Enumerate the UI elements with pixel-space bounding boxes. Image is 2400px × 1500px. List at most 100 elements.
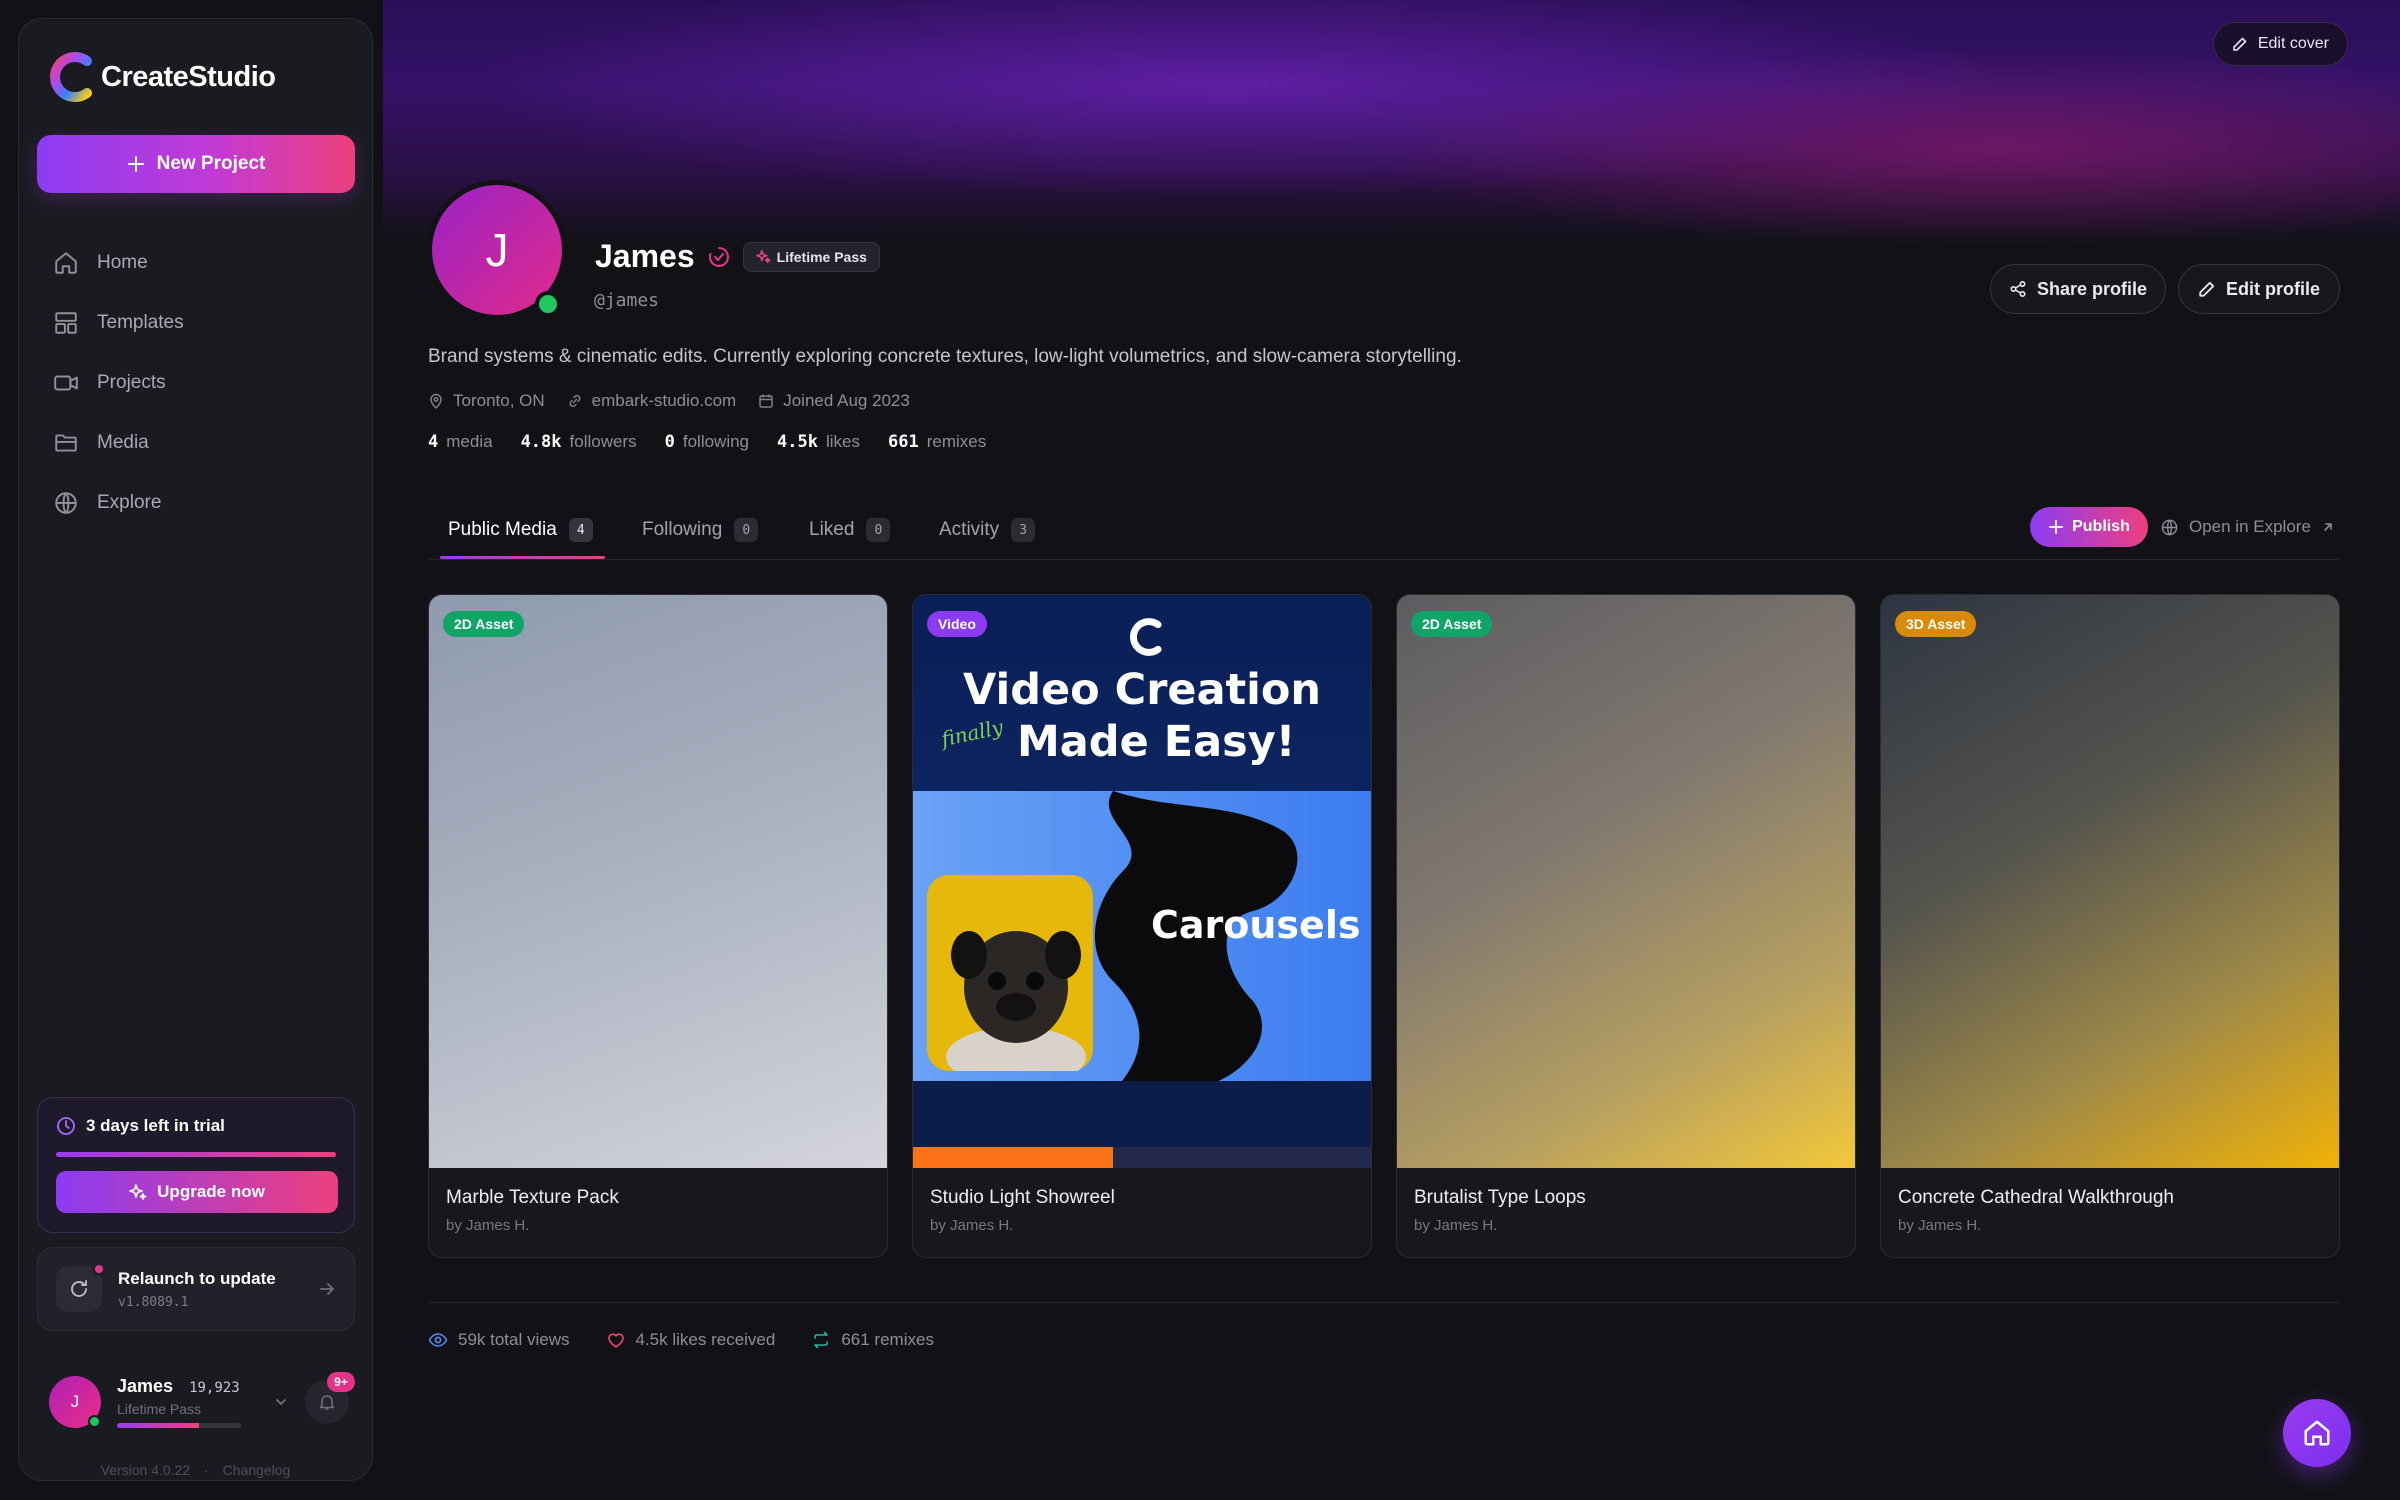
- globe-icon: [2161, 519, 2178, 535]
- profile-online-indicator: [535, 291, 561, 317]
- profile-name: James: [595, 238, 695, 274]
- tab-label: Following: [642, 519, 723, 540]
- link-icon: [569, 394, 581, 408]
- lifetime-pass-label: Lifetime Pass: [776, 248, 867, 265]
- home-fab-button[interactable]: [2283, 1399, 2351, 1467]
- user-level-bar: [117, 1423, 241, 1428]
- tab-public-media[interactable]: Public Media 4: [448, 500, 593, 560]
- avatar-initial: J: [70, 1392, 80, 1411]
- publish-label: Publish: [2072, 518, 2130, 535]
- website-text: embark-studio.com: [591, 391, 737, 410]
- publish-button[interactable]: Publish: [2030, 507, 2148, 547]
- location: Toronto, ON: [428, 391, 545, 411]
- media-card[interactable]: 2D Asset Marble Texture Pack by James H.: [428, 594, 888, 1258]
- tab-liked[interactable]: Liked 0: [809, 500, 891, 560]
- open-in-explore-label: Open in Explore: [2189, 517, 2311, 536]
- changelog-link[interactable]: Changelog: [223, 1462, 291, 1478]
- active-tab-indicator: [440, 556, 605, 559]
- joined-text: Joined Aug 2023: [783, 391, 910, 410]
- home-icon: [55, 252, 77, 274]
- total-views: 59k total views: [428, 1330, 570, 1350]
- media-type-badge: Video: [927, 611, 987, 637]
- plus-icon: [127, 156, 144, 172]
- media-card[interactable]: Video Creation Made Easy! finally Carous…: [912, 594, 1372, 1258]
- media-title: Marble Texture Pack: [446, 1187, 619, 1208]
- sidebar-item-media[interactable]: Media: [37, 413, 355, 473]
- media-thumbnail: [1397, 595, 1855, 1168]
- arrow-right-icon: [320, 1283, 335, 1295]
- sidebar-item-explore[interactable]: Explore: [37, 473, 355, 533]
- notifications-button[interactable]: 9+: [305, 1372, 355, 1424]
- share-profile-button[interactable]: Share profile: [1990, 264, 2166, 314]
- tab-count: 4: [568, 518, 593, 542]
- trial-card: 3 days left in trial Upgrade now: [37, 1097, 355, 1233]
- clock-icon: [57, 1117, 75, 1135]
- pencil-icon: [2199, 281, 2215, 297]
- stat-label: remixes: [926, 432, 987, 451]
- stat-likes[interactable]: 4.5k likes: [777, 432, 860, 452]
- tab-following[interactable]: Following 0: [642, 500, 759, 560]
- calendar-icon: [759, 394, 773, 408]
- total-likes-text: 4.5k likes received: [635, 1330, 776, 1349]
- version-footer: Version 4.0.22 · Changelog: [19, 1462, 372, 1478]
- sidebar-item-projects[interactable]: Projects: [37, 353, 355, 413]
- sidebar-item-templates[interactable]: Templates: [37, 293, 355, 353]
- media-type-badge: 2D Asset: [443, 611, 525, 637]
- relaunch-title: Relaunch to update: [118, 1268, 276, 1288]
- upgrade-label: Upgrade now: [157, 1182, 265, 1201]
- plus-icon: [2048, 519, 2064, 535]
- media-type-badge: 3D Asset: [1895, 611, 1977, 637]
- stat-value: 4.8k: [520, 432, 562, 452]
- relaunch-card[interactable]: Relaunch to update v1.8089.1: [37, 1247, 355, 1331]
- thumb-heading-1: Video Creation: [962, 665, 1322, 715]
- tab-count: 0: [866, 518, 891, 542]
- profile-name-row: James Lifetime Pass: [595, 238, 880, 275]
- heart-icon: [607, 1333, 624, 1348]
- tab-label: Public Media: [448, 519, 557, 540]
- tab-count: 3: [1011, 518, 1036, 542]
- tab-count: 0: [734, 518, 759, 542]
- media-title: Concrete Cathedral Walkthrough: [1898, 1187, 2174, 1208]
- profile-handle: @james: [594, 290, 660, 311]
- repeat-icon: [814, 1331, 829, 1349]
- tab-label: Activity: [939, 519, 1000, 540]
- templates-icon: [55, 312, 77, 334]
- pug-image: [946, 931, 1086, 1071]
- website[interactable]: embark-studio.com: [567, 391, 737, 411]
- stat-following[interactable]: 0 following: [665, 432, 749, 452]
- user-level-fill: [117, 1423, 199, 1428]
- edit-profile-button[interactable]: Edit profile: [2178, 264, 2340, 314]
- new-project-button[interactable]: New Project: [37, 135, 355, 193]
- chevron-down-icon[interactable]: [273, 1394, 289, 1410]
- profile-meta: Toronto, ON embark-studio.com Joined Aug…: [428, 391, 910, 411]
- home-icon: [2304, 1420, 2330, 1446]
- total-likes: 4.5k likes received: [606, 1330, 776, 1350]
- media-card[interactable]: 2D Asset Brutalist Type Loops by James H…: [1396, 594, 1856, 1258]
- sidebar-item-label: Templates: [97, 312, 184, 333]
- new-project-label: New Project: [156, 153, 266, 174]
- edit-cover-label: Edit cover: [2257, 35, 2329, 52]
- sparkle-icon: [755, 249, 771, 264]
- upgrade-button[interactable]: Upgrade now: [56, 1171, 338, 1213]
- profile-cover: Edit cover: [383, 0, 2400, 245]
- user-plan: Lifetime Pass: [117, 1401, 202, 1417]
- profile-totals: 59k total views 4.5k likes received 661 …: [428, 1330, 934, 1350]
- edit-cover-button[interactable]: Edit cover: [2212, 22, 2348, 66]
- sidebar-item-label: Home: [97, 252, 148, 273]
- stat-remixes[interactable]: 661 remixes: [888, 432, 986, 452]
- stat-media[interactable]: 4 media: [428, 432, 493, 452]
- stat-followers[interactable]: 4.8k followers: [521, 432, 637, 452]
- avatar[interactable]: J: [49, 1376, 101, 1428]
- media-card[interactable]: 3D Asset Concrete Cathedral Walkthrough …: [1880, 594, 2340, 1258]
- app-name: CreateStudio: [101, 60, 276, 93]
- total-remixes-text: 661 remixes: [841, 1330, 934, 1349]
- stat-value: 661: [887, 432, 919, 452]
- sidebar-item-home[interactable]: Home: [37, 233, 355, 293]
- user-menu[interactable]: J James 19,923 Lifetime Pass 9+: [49, 1371, 355, 1433]
- open-in-explore-link[interactable]: Open in Explore: [2160, 507, 2335, 547]
- stat-value: 4.5k: [777, 432, 818, 452]
- profile-avatar-initial: J: [485, 224, 509, 276]
- tab-activity[interactable]: Activity 3: [939, 500, 1036, 560]
- globe-icon: [55, 492, 77, 514]
- app-logo[interactable]: CreateStudio: [47, 51, 276, 103]
